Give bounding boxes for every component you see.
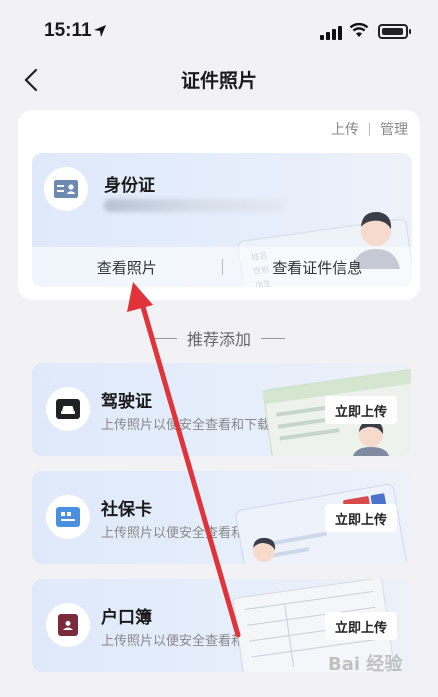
- car-icon: [56, 399, 80, 419]
- id-card-actions: 查看照片 查看证件信息: [32, 247, 412, 287]
- battery-icon: [378, 24, 411, 39]
- wifi-icon: [349, 22, 369, 37]
- recommend-section-title: 推荐添加: [0, 326, 438, 350]
- driver-license-name: 驾驶证: [101, 392, 152, 412]
- id-card-title: 身份证: [104, 176, 155, 196]
- manage-link[interactable]: 管理: [380, 119, 408, 139]
- id-card-icon: [54, 180, 78, 198]
- divider: [369, 122, 370, 136]
- title-line-left: [152, 337, 177, 339]
- household-book-upload-button[interactable]: 立即上传: [325, 612, 397, 640]
- social-card-icon: [56, 507, 80, 527]
- view-id-info-button[interactable]: 查看证件信息: [223, 257, 413, 278]
- id-card-item[interactable]: 身份证 姓名 性别 民族 出生 住址 查看照片 查看证件信息: [32, 153, 412, 287]
- location-arrow-icon: [94, 25, 106, 37]
- status-time: 15:11: [44, 20, 92, 41]
- driver-license-icon-badge: [46, 387, 90, 431]
- social-security-card[interactable]: 社保卡 上传照片以便安全查看和下载 立即上传: [32, 471, 411, 564]
- social-card-name: 社保卡: [101, 500, 152, 520]
- driver-license-card[interactable]: 驾驶证 上传照片以便安全查看和下载 立即上传: [32, 363, 411, 456]
- id-card-icon-badge: [44, 167, 88, 211]
- cellular-signal-icon: [320, 26, 342, 40]
- upload-manage-links: 上传 管理: [331, 119, 408, 139]
- page-title: 证件照片: [180, 70, 257, 92]
- id-documents-card: 上传 管理 身份证 姓名 性别 民族 出生 住址: [18, 110, 420, 300]
- driver-license-upload-button[interactable]: 立即上传: [325, 396, 397, 424]
- upload-link[interactable]: 上传: [331, 119, 359, 139]
- baidu-jingyan-watermark: Bai 经验: [328, 654, 403, 675]
- nav-bar: 证件照片: [0, 56, 438, 104]
- household-book-icon-badge: [46, 603, 90, 647]
- social-card-icon-badge: [46, 495, 90, 539]
- title-line-right: [261, 337, 285, 339]
- view-photo-button[interactable]: 查看照片: [32, 257, 222, 278]
- recommend-heading: 推荐添加: [186, 330, 251, 349]
- status-bar: 15:11: [0, 0, 438, 50]
- household-book-icon: [58, 614, 78, 636]
- social-card-upload-button[interactable]: 立即上传: [325, 504, 397, 532]
- household-book-name: 户口簿: [101, 608, 152, 628]
